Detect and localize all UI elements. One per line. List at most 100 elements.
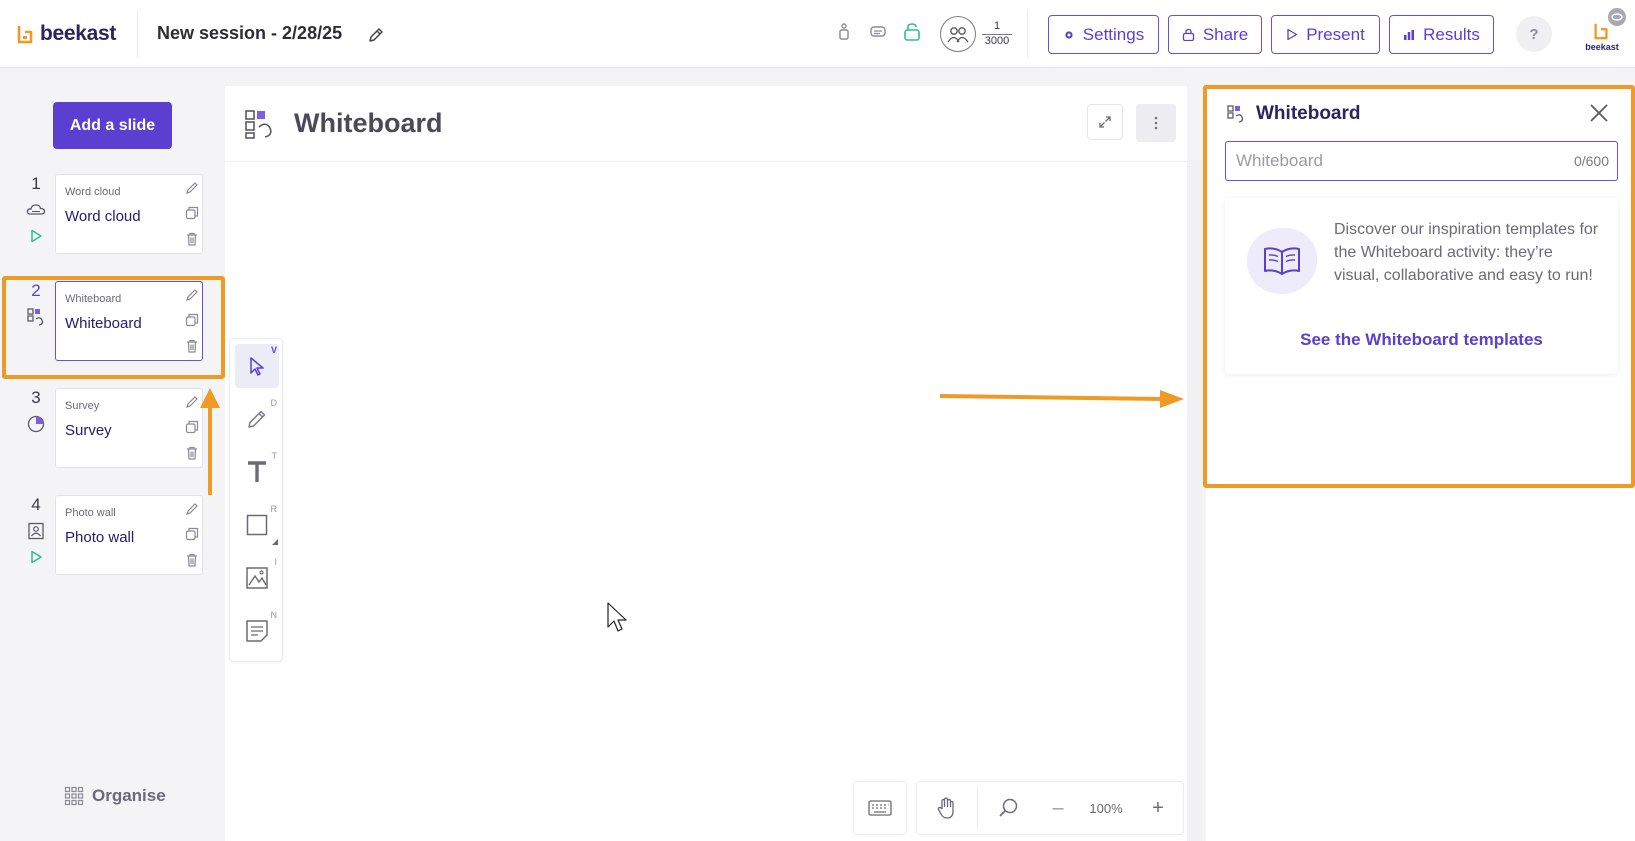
trash-icon[interactable] bbox=[184, 445, 200, 461]
slide-kind: Survey bbox=[65, 400, 100, 412]
present-button[interactable]: Present bbox=[1271, 15, 1380, 54]
slide-number: 1 bbox=[31, 174, 41, 193]
sticky-note-icon bbox=[246, 620, 268, 642]
whiteboard-icon bbox=[245, 110, 272, 139]
lock-icon bbox=[1182, 28, 1194, 41]
text-icon bbox=[248, 461, 266, 482]
slide-sidebar: Add a slide 1 Word cloud Word cloud 2 Wh… bbox=[0, 68, 225, 841]
pencil-icon[interactable] bbox=[366, 25, 386, 45]
results-label: Results bbox=[1423, 24, 1480, 44]
text-tool[interactable]: T bbox=[235, 450, 279, 494]
beekast-logo-icon bbox=[17, 26, 33, 44]
organise-button[interactable]: Organise bbox=[64, 786, 166, 806]
pie-chart-icon bbox=[27, 415, 45, 433]
slide-kind: Photo wall bbox=[65, 507, 116, 519]
scrollbar[interactable] bbox=[1187, 160, 1202, 841]
divider bbox=[137, 10, 138, 58]
keyboard-icon bbox=[868, 800, 892, 816]
cursor-icon bbox=[250, 357, 264, 376]
slide-card[interactable]: Word cloud Word cloud bbox=[55, 174, 203, 254]
bar-chart-icon bbox=[1404, 29, 1415, 40]
annotation-highlight-slide bbox=[2, 276, 225, 379]
zoom-in-button[interactable]: + bbox=[1136, 797, 1180, 820]
rectangle-tool[interactable]: R bbox=[235, 503, 279, 547]
select-tool[interactable]: V bbox=[235, 344, 279, 388]
slide-row[interactable]: 4 Photo wall Photo wall bbox=[0, 495, 225, 577]
pencil-tool[interactable]: D bbox=[235, 397, 279, 441]
participants-counter[interactable]: 1 3000 bbox=[940, 16, 1012, 52]
account-brand-name: beekast bbox=[1585, 42, 1619, 52]
slide-row[interactable]: 3 Survey Survey bbox=[0, 388, 225, 470]
trash-icon[interactable] bbox=[184, 552, 200, 568]
gear-icon bbox=[1065, 30, 1073, 39]
image-icon bbox=[246, 567, 268, 589]
slide-title: Photo wall bbox=[65, 529, 135, 546]
drawing-toolbar: V D T R I N bbox=[229, 338, 283, 662]
slide-row[interactable]: 1 Word cloud Word cloud bbox=[0, 174, 225, 256]
canvas-title[interactable]: Whiteboard bbox=[294, 108, 443, 139]
share-label: Share bbox=[1202, 24, 1249, 44]
hand-raise-icon[interactable] bbox=[834, 22, 854, 42]
keyboard-shortcuts-button[interactable] bbox=[853, 781, 907, 835]
slide-title: Word cloud bbox=[65, 208, 141, 225]
tool-shortcut: R bbox=[270, 504, 278, 514]
pencil-icon[interactable] bbox=[184, 180, 200, 196]
brand-name: beekast bbox=[40, 22, 117, 45]
notification-badge[interactable] bbox=[1608, 8, 1626, 26]
play-icon[interactable] bbox=[28, 228, 44, 244]
note-tool[interactable]: N bbox=[235, 609, 279, 653]
logo[interactable]: beekast bbox=[16, 22, 116, 46]
help-button[interactable]: ? bbox=[1516, 16, 1552, 52]
tool-shortcut: T bbox=[271, 451, 278, 461]
play-icon[interactable] bbox=[28, 549, 44, 565]
duplicate-icon[interactable] bbox=[184, 205, 200, 221]
zoom-level: 100% bbox=[1089, 800, 1123, 816]
session-title[interactable]: New session - 2/28/25 bbox=[157, 23, 342, 44]
tool-shortcut: N bbox=[270, 610, 278, 620]
divider bbox=[1027, 10, 1028, 58]
expand-icon bbox=[1099, 116, 1111, 128]
slide-card[interactable]: Survey Survey bbox=[55, 388, 203, 468]
submenu-corner-icon bbox=[272, 539, 278, 545]
pencil-icon[interactable] bbox=[184, 394, 200, 410]
add-slide-button[interactable]: Add a slide bbox=[53, 102, 172, 149]
participants-max: 3000 bbox=[984, 34, 1010, 47]
slide-title: Survey bbox=[65, 422, 112, 439]
pan-button[interactable] bbox=[917, 796, 977, 820]
settings-label: Settings bbox=[1082, 24, 1145, 44]
duplicate-icon[interactable] bbox=[184, 419, 200, 435]
lock-open-icon[interactable] bbox=[902, 22, 922, 42]
hand-icon bbox=[937, 797, 954, 819]
whiteboard-canvas[interactable]: Whiteboard bbox=[225, 86, 1187, 841]
share-button[interactable]: Share bbox=[1168, 15, 1262, 54]
grid-icon bbox=[64, 786, 84, 806]
search-icon bbox=[999, 798, 1018, 817]
search-button[interactable] bbox=[978, 797, 1040, 819]
chat-icon[interactable] bbox=[868, 22, 888, 42]
more-vertical-icon bbox=[1154, 116, 1158, 130]
canvas-header: Whiteboard bbox=[225, 86, 1187, 162]
account-brand[interactable]: beekast bbox=[1578, 8, 1626, 58]
pencil-icon[interactable] bbox=[184, 501, 200, 517]
annotation-highlight-panel bbox=[1203, 85, 1635, 488]
zoom-out-button[interactable]: – bbox=[1040, 797, 1076, 820]
slide-number: 3 bbox=[31, 388, 41, 407]
photo-wall-icon bbox=[28, 522, 44, 540]
present-label: Present bbox=[1306, 24, 1365, 44]
participants-icon bbox=[940, 16, 976, 52]
slide-kind: Word cloud bbox=[65, 186, 121, 198]
duplicate-icon[interactable] bbox=[184, 526, 200, 542]
settings-button[interactable]: Settings bbox=[1048, 15, 1159, 54]
participants-current: 1 bbox=[993, 19, 1001, 32]
trash-icon[interactable] bbox=[184, 231, 200, 247]
more-options-button[interactable] bbox=[1136, 104, 1176, 142]
slide-number: 4 bbox=[31, 495, 41, 514]
top-bar: beekast New session - 2/28/25 1 3000 Set… bbox=[0, 0, 1635, 68]
organise-label: Organise bbox=[92, 786, 166, 805]
tool-shortcut: I bbox=[274, 557, 277, 567]
slide-card[interactable]: Photo wall Photo wall bbox=[55, 495, 203, 575]
session-status-icons bbox=[834, 22, 922, 42]
image-tool[interactable]: I bbox=[235, 556, 279, 600]
results-button[interactable]: Results bbox=[1389, 15, 1494, 54]
expand-button[interactable] bbox=[1087, 104, 1123, 140]
